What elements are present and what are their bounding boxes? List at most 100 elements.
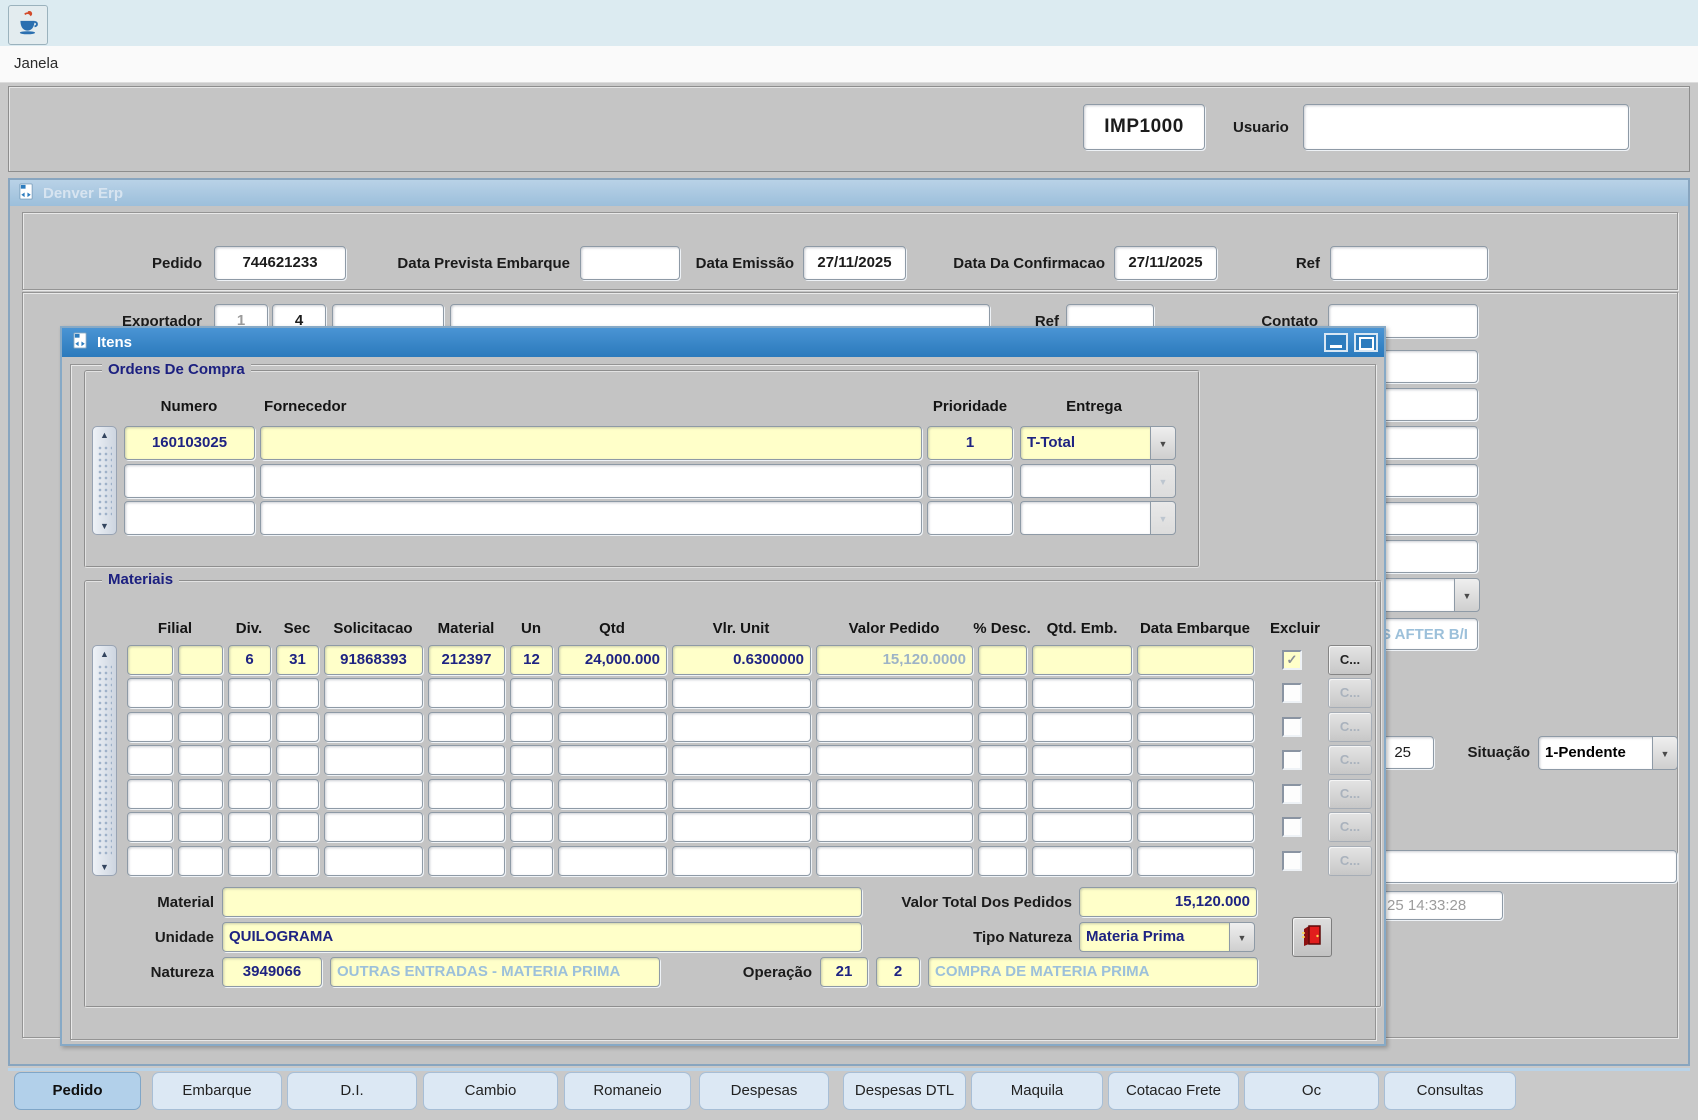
excluir-checkbox[interactable] <box>1282 784 1302 804</box>
data-embarque-cell[interactable] <box>1137 712 1254 742</box>
un-cell[interactable] <box>510 678 553 708</box>
filial2-cell[interactable] <box>178 678 223 708</box>
entrega-dropdown[interactable]: ▼ <box>1020 501 1176 535</box>
filial-cell[interactable] <box>127 645 173 675</box>
excluir-checkbox[interactable] <box>1282 750 1302 770</box>
itens-titlebar[interactable]: Itens <box>62 328 1384 357</box>
material-cell[interactable] <box>428 846 505 876</box>
data-embarque-cell[interactable] <box>1137 645 1254 675</box>
material-field[interactable] <box>222 887 862 917</box>
div-cell[interactable] <box>228 712 271 742</box>
qtd-emb-cell[interactable] <box>1032 678 1132 708</box>
fornecedor-cell[interactable] <box>260 426 922 460</box>
un-cell[interactable] <box>510 779 553 809</box>
material-cell[interactable]: 212397 <box>428 645 505 675</box>
data-embarque-cell[interactable] <box>1137 812 1254 842</box>
div-cell[interactable]: 6 <box>228 645 271 675</box>
solicitacao-cell[interactable] <box>324 779 423 809</box>
div-cell[interactable] <box>228 779 271 809</box>
qtd-emb-cell[interactable] <box>1032 712 1132 742</box>
sec-cell[interactable] <box>276 779 319 809</box>
filial2-cell[interactable] <box>178 846 223 876</box>
material-cell[interactable] <box>428 812 505 842</box>
sec-cell[interactable]: 31 <box>276 645 319 675</box>
tab-despesas-dtl[interactable]: Despesas DTL <box>843 1072 966 1110</box>
div-cell[interactable] <box>228 745 271 775</box>
excluir-checkbox[interactable] <box>1282 851 1302 871</box>
filial-cell[interactable] <box>127 846 173 876</box>
qtd-cell[interactable] <box>558 812 667 842</box>
data-embarque-cell[interactable] <box>1137 678 1254 708</box>
qtd-emb-cell[interactable] <box>1032 812 1132 842</box>
tab-maquila[interactable]: Maquila <box>971 1072 1103 1110</box>
excluir-checkbox[interactable] <box>1282 817 1302 837</box>
un-cell[interactable] <box>510 712 553 742</box>
desc-cell[interactable] <box>978 645 1027 675</box>
qtd-cell[interactable]: 24,000.000 <box>558 645 667 675</box>
excluir-checkbox[interactable] <box>1282 717 1302 737</box>
un-cell[interactable] <box>510 812 553 842</box>
chevron-down-icon[interactable]: ▼ <box>1150 426 1176 460</box>
maximize-button[interactable] <box>1354 333 1378 352</box>
solicitacao-cell[interactable] <box>324 745 423 775</box>
operacao-code1-field[interactable]: 21 <box>820 957 868 987</box>
desc-cell[interactable] <box>978 846 1027 876</box>
excluir-checkbox[interactable] <box>1282 683 1302 703</box>
desc-cell[interactable] <box>978 712 1027 742</box>
prioridade-cell[interactable]: 1 <box>927 426 1013 460</box>
prioridade-cell[interactable] <box>927 464 1013 498</box>
excluir-checkbox[interactable] <box>1282 650 1302 670</box>
material-cell[interactable] <box>428 678 505 708</box>
div-cell[interactable] <box>228 812 271 842</box>
data-embarque-cell[interactable] <box>1137 745 1254 775</box>
fornecedor-cell[interactable] <box>260 464 922 498</box>
entrega-dropdown[interactable]: T-Total ▼ <box>1020 426 1176 460</box>
numero-cell[interactable]: 160103025 <box>124 426 255 460</box>
solicitacao-cell[interactable] <box>324 678 423 708</box>
natureza-code-field[interactable]: 3949066 <box>222 957 322 987</box>
qtd-cell[interactable] <box>558 678 667 708</box>
material-cell[interactable] <box>428 712 505 742</box>
tab-consultas[interactable]: Consultas <box>1384 1072 1516 1110</box>
solicitacao-cell[interactable] <box>324 812 423 842</box>
material-cell[interactable] <box>428 779 505 809</box>
un-cell[interactable]: 12 <box>510 645 553 675</box>
tab-cambio[interactable]: Cambio <box>423 1072 558 1110</box>
un-cell[interactable] <box>510 846 553 876</box>
c-button[interactable]: C... <box>1328 645 1372 675</box>
filial-cell[interactable] <box>127 779 173 809</box>
numero-cell[interactable] <box>124 464 255 498</box>
vlr-unit-cell[interactable] <box>672 846 811 876</box>
tab-cotacao-frete[interactable]: Cotacao Frete <box>1108 1072 1239 1110</box>
filial2-cell[interactable] <box>178 645 223 675</box>
solicitacao-cell[interactable]: 91868393 <box>324 645 423 675</box>
tab-embarque[interactable]: Embarque <box>152 1072 282 1110</box>
qtd-cell[interactable] <box>558 779 667 809</box>
sec-cell[interactable] <box>276 678 319 708</box>
sec-cell[interactable] <box>276 846 319 876</box>
filial-cell[interactable] <box>127 678 173 708</box>
qtd-cell[interactable] <box>558 846 667 876</box>
qtd-cell[interactable] <box>558 745 667 775</box>
fornecedor-cell[interactable] <box>260 501 922 535</box>
sec-cell[interactable] <box>276 745 319 775</box>
menu-janela[interactable]: Janela <box>14 55 58 72</box>
tab-romaneio[interactable]: Romaneio <box>564 1072 691 1110</box>
denver-erp-titlebar[interactable]: Denver Erp <box>10 180 1688 206</box>
solicitacao-cell[interactable] <box>324 712 423 742</box>
vlr-unit-cell[interactable] <box>672 712 811 742</box>
itens-exit-button[interactable] <box>1292 917 1332 957</box>
tipo-natureza-dropdown[interactable]: Materia Prima ▼ <box>1079 922 1255 952</box>
qtd-emb-cell[interactable] <box>1032 846 1132 876</box>
vlr-unit-cell[interactable] <box>672 779 811 809</box>
minimize-button[interactable] <box>1324 333 1348 352</box>
filial-cell[interactable] <box>127 812 173 842</box>
filial2-cell[interactable] <box>178 745 223 775</box>
sec-cell[interactable] <box>276 812 319 842</box>
div-cell[interactable] <box>228 678 271 708</box>
qtd-cell[interactable] <box>558 712 667 742</box>
qtd-emb-cell[interactable] <box>1032 745 1132 775</box>
material-cell[interactable] <box>428 745 505 775</box>
qtd-emb-cell[interactable] <box>1032 645 1132 675</box>
qtd-emb-cell[interactable] <box>1032 779 1132 809</box>
